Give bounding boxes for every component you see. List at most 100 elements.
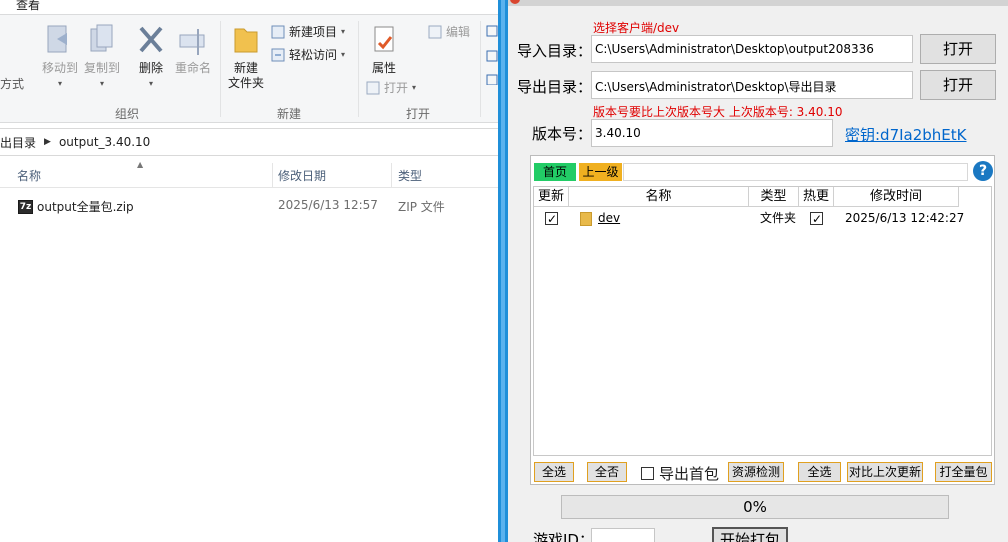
current-path-display: [623, 163, 968, 181]
column-divider[interactable]: [391, 163, 392, 188]
edit-button[interactable]: 编辑: [428, 23, 470, 40]
new-item-icon: [271, 25, 285, 38]
ribbon: 方式 移动到 ▾ 复制到 ▾ 删除 ▾ 重命名 组织 新建 文件夹 新建项目 ▾…: [0, 14, 498, 123]
file-explorer-window: 查看 方式 移动到 ▾ 复制到 ▾ 删除 ▾ 重命名 组织 新建 文件夹 新建项…: [0, 0, 498, 542]
checkbox-checked-icon: [545, 210, 558, 228]
ribbon-tab-view[interactable]: 查看: [16, 0, 40, 13]
export-dir-label: 导出目录：: [517, 78, 593, 96]
column-type[interactable]: 类型: [398, 167, 422, 184]
export-first-pkg-label: 导出首包: [659, 465, 720, 483]
select-icon[interactable]: [486, 25, 498, 85]
row-name[interactable]: dev: [598, 211, 620, 225]
7z-archive-icon: 7z: [18, 199, 33, 214]
rename-icon: [179, 29, 205, 55]
start-pack-button[interactable]: 开始打包: [712, 527, 788, 542]
select-all-button-2[interactable]: 全选: [798, 462, 841, 482]
breadcrumb-parent[interactable]: 出目录: [0, 134, 36, 151]
column-date[interactable]: 修改日期: [278, 167, 326, 184]
export-open-button[interactable]: 打开: [920, 70, 996, 100]
version-label: 版本号：: [532, 125, 593, 143]
grid-header-name[interactable]: 名称: [569, 187, 749, 207]
open-button[interactable]: 打开 ▾: [366, 79, 416, 96]
copy-to-label: 复制到: [83, 61, 120, 75]
file-name-cell: 7z output全量包.zip: [18, 198, 134, 215]
new-item-button[interactable]: 新建项目 ▾: [271, 23, 345, 40]
ribbon-separator: [480, 21, 481, 117]
properties-icon: [374, 26, 394, 52]
grid-header-mtime[interactable]: 修改时间: [834, 187, 959, 207]
select-none-button[interactable]: 全否: [587, 462, 627, 482]
import-dir-label: 导入目录：: [517, 42, 593, 60]
window-border: [498, 0, 508, 542]
row-mtime: 2025/6/13 12:42:27: [845, 211, 965, 225]
file-grid[interactable]: 更新 名称 类型 热更 修改时间 dev 文件夹 2025/6/13 12:42…: [533, 186, 992, 456]
row-type: 文件夹: [760, 211, 797, 225]
new-folder-label-1: 新建: [233, 61, 258, 75]
game-id-input[interactable]: [591, 528, 655, 542]
update-checkbox[interactable]: [545, 209, 558, 228]
version-note: 版本号要比上次版本号大 上次版本号: 3.40.10: [593, 105, 843, 119]
title-bar: [508, 0, 1008, 6]
breadcrumb-current[interactable]: output_3.40.10: [59, 135, 150, 149]
help-icon[interactable]: ?: [973, 161, 993, 181]
group-open-label: 打开: [406, 107, 431, 121]
copy-to-button[interactable]: 复制到 ▾: [82, 23, 122, 91]
import-dir-input[interactable]: C:\Users\Administrator\Desktop\output208…: [591, 35, 913, 63]
grid-header-hot[interactable]: 热更: [799, 187, 834, 207]
new-item-label: 新建项目: [289, 25, 338, 39]
column-divider[interactable]: [272, 163, 273, 188]
hot-checkbox[interactable]: [810, 209, 823, 228]
nav-up-button[interactable]: 上一级: [579, 163, 622, 181]
copy-to-icon: [90, 24, 113, 52]
import-open-button[interactable]: 打开: [920, 34, 996, 64]
export-first-pkg-option[interactable]: 导出首包: [641, 463, 719, 484]
move-to-icon: [47, 25, 67, 53]
move-to-button[interactable]: 移动到 ▾: [40, 23, 80, 91]
easy-access-icon: [271, 48, 285, 61]
column-name[interactable]: 名称: [17, 167, 41, 184]
folder-icon: [234, 28, 258, 53]
delete-x-icon: [139, 26, 163, 53]
delete-label: 删除: [138, 61, 163, 75]
open-label: 打开: [384, 81, 409, 95]
column-header-row: ▲ 名称 修改日期 类型: [0, 160, 498, 188]
client-note: 选择客户端/dev: [593, 21, 680, 35]
select-all-button[interactable]: 全选: [534, 462, 574, 482]
properties-label: 属性: [371, 61, 396, 75]
address-bar[interactable]: 出目录 ▶ output_3.40.10: [0, 128, 498, 156]
full-package-button[interactable]: 打全量包: [935, 462, 992, 482]
packer-window: 选择客户端/dev 导入目录： C:\Users\Administrator\D…: [508, 0, 1008, 542]
rename-button[interactable]: 重命名: [172, 23, 214, 76]
file-row[interactable]: 7z output全量包.zip 2025/6/13 12:57 ZIP 文件: [0, 194, 498, 216]
easy-access-label: 轻松访问: [289, 48, 338, 62]
progress-text: 0%: [743, 498, 767, 516]
version-input[interactable]: 3.40.10: [591, 119, 833, 147]
grid-header-type[interactable]: 类型: [749, 187, 799, 207]
new-folder-label-2: 文件夹: [227, 76, 264, 90]
file-date: 2025/6/13 12:57: [278, 198, 378, 212]
export-dir-input[interactable]: C:\Users\Administrator\Desktop\导出目录: [591, 71, 913, 99]
file-type: ZIP 文件: [398, 200, 445, 214]
delete-button[interactable]: 删除 ▾: [134, 23, 168, 91]
properties-button[interactable]: 属性: [366, 23, 402, 76]
group-organize-label: 组织: [115, 107, 140, 121]
nav-home-button[interactable]: 首页: [534, 163, 576, 181]
breadcrumb-chevron-icon[interactable]: ▶: [44, 137, 51, 147]
game-id-label: 游戏ID：: [533, 531, 594, 542]
edit-label: 编辑: [446, 25, 471, 39]
checkbox-unchecked-icon[interactable]: [641, 467, 654, 480]
row-name-cell: dev: [580, 209, 620, 227]
easy-access-button[interactable]: 轻松访问 ▾: [271, 46, 345, 63]
grid-header-update[interactable]: 更新: [534, 187, 569, 207]
new-folder-button[interactable]: 新建 文件夹: [226, 23, 266, 91]
folder-icon: [580, 211, 592, 226]
ribbon-separator: [220, 21, 221, 117]
rename-label: 重命名: [174, 61, 211, 75]
compare-last-update-button[interactable]: 对比上次更新: [847, 462, 923, 482]
open-icon: [366, 81, 380, 94]
progress-bar: 0%: [561, 495, 949, 519]
checkbox-checked-icon: [810, 210, 823, 228]
key-link[interactable]: 密钥:d7Ia2bhEtK: [845, 124, 967, 145]
ribbon-separator: [358, 21, 359, 117]
resource-check-button[interactable]: 资源检测: [728, 462, 784, 482]
